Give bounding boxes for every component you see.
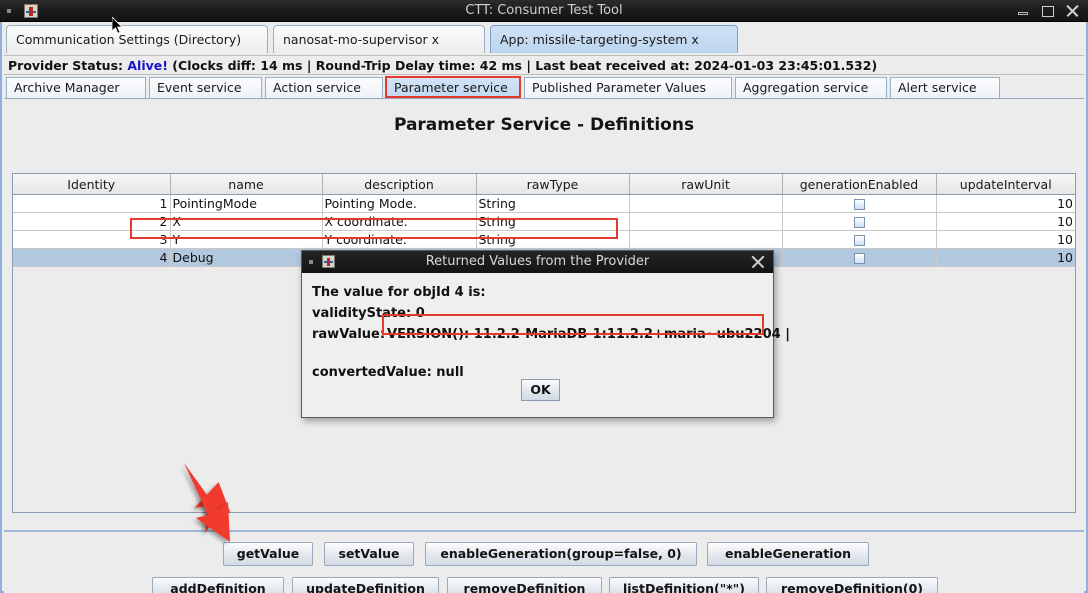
- dialog-line-convertedvalue: convertedValue: null: [312, 365, 464, 380]
- cell-identity: 2: [13, 212, 171, 231]
- tab-archive-manager[interactable]: Archive Manager: [6, 77, 146, 98]
- dialog-line-rawvalue: rawValue: VERSION(): 11.2.2-MariaDB-1:11.…: [312, 327, 792, 342]
- cell-name: X: [170, 212, 323, 231]
- dialog-titlebar: Returned Values from the Provider: [302, 251, 773, 274]
- dialog-rawvalue-label: rawValue:: [312, 327, 386, 342]
- action-button-row-1: getValue setValue enableGeneration(group…: [4, 542, 1084, 568]
- table-row[interactable]: 1 PointingMode Pointing Mode. String 10: [13, 194, 1075, 213]
- close-icon[interactable]: [751, 255, 765, 269]
- window-title: CTT: Consumer Test Tool: [465, 3, 623, 18]
- listdefinition-button[interactable]: listDefinition("*"): [609, 577, 759, 593]
- column-header-generationenabled[interactable]: generationEnabled: [782, 174, 937, 195]
- dialog-line-objid: The value for objId 4 is:: [312, 285, 486, 300]
- maximize-icon[interactable]: [1038, 0, 1058, 22]
- column-header-rawunit[interactable]: rawUnit: [629, 174, 783, 195]
- minimize-icon[interactable]: [1014, 0, 1034, 22]
- cell-generationenabled[interactable]: [782, 248, 937, 267]
- cell-rawtype: String: [476, 230, 630, 249]
- dialog-title: Returned Values from the Provider: [425, 254, 650, 269]
- mouse-cursor-icon: [112, 17, 123, 34]
- close-icon[interactable]: [1062, 0, 1082, 22]
- updatedefinition-button[interactable]: updateDefinition: [292, 577, 439, 593]
- window-titlebar: CTT: Consumer Test Tool: [0, 0, 1088, 22]
- dialog-ok-button[interactable]: OK: [521, 379, 560, 401]
- cell-description: X coordinate.: [322, 212, 477, 231]
- table-header-row: Identity name description rawType rawUni…: [13, 174, 1075, 195]
- tab-action-service[interactable]: Action service: [265, 77, 383, 98]
- provider-status-state: Alive!: [127, 58, 168, 73]
- action-button-row-2: addDefinition updateDefinition removeDef…: [4, 577, 1084, 593]
- cell-identity: 1: [13, 194, 171, 213]
- window-controls: [1014, 0, 1082, 22]
- removedefinition-button[interactable]: removeDefinition: [447, 577, 602, 593]
- column-header-description[interactable]: description: [322, 174, 477, 195]
- cell-updateinterval: 10: [936, 194, 1075, 213]
- tab-communication-settings[interactable]: Communication Settings (Directory): [6, 25, 268, 53]
- returned-values-dialog: Returned Values from the Provider The va…: [301, 250, 790, 418]
- cell-description: Pointing Mode.: [322, 194, 477, 213]
- removedefinition-zero-button[interactable]: removeDefinition(0): [766, 577, 938, 593]
- enablegeneration-group-button[interactable]: enableGeneration(group=false, 0): [425, 542, 697, 566]
- cell-rawunit: [629, 230, 783, 249]
- column-header-updateinterval[interactable]: updateInterval: [936, 174, 1075, 195]
- cell-updateinterval: 10: [936, 212, 1075, 231]
- tab-published-parameter-values[interactable]: Published Parameter Values: [524, 77, 732, 98]
- cell-rawunit: [629, 212, 783, 231]
- ctt-application-window: CTT: Consumer Test Tool Communication Se…: [0, 0, 1088, 593]
- cell-generationenabled[interactable]: [782, 194, 937, 213]
- getvalue-button[interactable]: getValue: [223, 542, 313, 566]
- cell-name: PointingMode: [170, 194, 323, 213]
- window-body: Communication Settings (Directory) nanos…: [0, 22, 1088, 593]
- tab-parameter-service[interactable]: Parameter service: [386, 77, 521, 98]
- tab-nanosat-mo-supervisor[interactable]: nanosat-mo-supervisor x: [273, 25, 485, 53]
- tab-app-missile-targeting-system[interactable]: App: missile-targeting-system x: [490, 25, 738, 53]
- dialog-line-validitystate: validityState: 0: [312, 306, 425, 321]
- generation-enabled-checkbox[interactable]: [853, 235, 865, 246]
- generation-enabled-checkbox[interactable]: [853, 253, 865, 264]
- dialog-rawvalue-value: VERSION(): 11.2.2-MariaDB-1:11.2.2+maria…: [387, 327, 790, 342]
- tab-alert-service[interactable]: Alert service: [890, 77, 1000, 98]
- tab-aggregation-service[interactable]: Aggregation service: [735, 77, 887, 98]
- cell-name: Y: [170, 230, 323, 249]
- cell-rawtype: String: [476, 212, 630, 231]
- page-title: Parameter Service - Definitions: [393, 115, 695, 135]
- provider-status-bar: Provider Status: Alive! (Clocks diff: 14…: [4, 55, 1084, 75]
- cell-identity: 3: [13, 230, 171, 249]
- column-header-identity[interactable]: Identity: [13, 174, 171, 195]
- column-header-name[interactable]: name: [170, 174, 323, 195]
- cell-name: Debug: [170, 248, 323, 267]
- table-row[interactable]: 2 X X coordinate. String 10: [13, 212, 1075, 231]
- provider-status-details: (Clocks diff: 14 ms | Round-Trip Delay t…: [167, 58, 878, 73]
- cell-rawunit: [629, 194, 783, 213]
- provider-status-prefix: Provider Status:: [8, 58, 128, 73]
- cell-generationenabled[interactable]: [782, 212, 937, 231]
- cell-updateinterval: 10: [936, 248, 1075, 267]
- generation-enabled-checkbox[interactable]: [853, 199, 865, 210]
- cell-identity: 4: [13, 248, 171, 267]
- service-tab-bar: Archive Manager Event service Action ser…: [4, 76, 1084, 99]
- top-tab-bar: Communication Settings (Directory) nanos…: [2, 22, 1086, 54]
- table-row[interactable]: 3 Y Y coordinate. String 10: [13, 230, 1075, 249]
- enablegeneration-button[interactable]: enableGeneration: [707, 542, 869, 566]
- generation-enabled-checkbox[interactable]: [853, 217, 865, 228]
- cell-rawtype: String: [476, 194, 630, 213]
- setvalue-button[interactable]: setValue: [324, 542, 414, 566]
- cell-generationenabled[interactable]: [782, 230, 937, 249]
- adddefinition-button[interactable]: addDefinition: [152, 577, 284, 593]
- action-button-panel: getValue setValue enableGeneration(group…: [4, 530, 1084, 593]
- dialog-body: The value for objId 4 is: validityState:…: [302, 273, 790, 417]
- tab-event-service[interactable]: Event service: [149, 77, 262, 98]
- cell-description: Y coordinate.: [322, 230, 477, 249]
- cell-updateinterval: 10: [936, 230, 1075, 249]
- column-header-rawtype[interactable]: rawType: [476, 174, 630, 195]
